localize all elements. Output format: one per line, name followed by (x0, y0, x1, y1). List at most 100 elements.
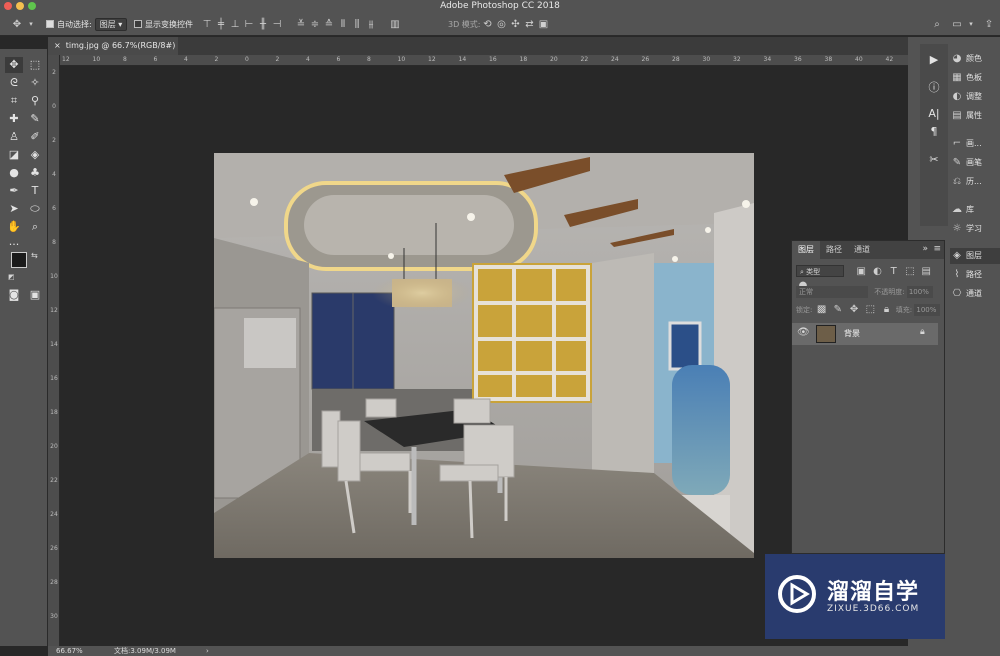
eyedropper-tool-icon[interactable]: ⚲ (26, 93, 44, 109)
filter-type-icon[interactable]: T (887, 265, 901, 279)
align-vcenter-icon[interactable]: ╪ (214, 19, 228, 30)
distribute-bottom-icon[interactable]: ≙ (322, 19, 336, 30)
status-menu-arrow-icon[interactable]: › (206, 646, 209, 656)
paint-bucket-tool-icon[interactable]: ◈ (26, 147, 44, 163)
path-selection-tool-icon[interactable]: ➤ (5, 201, 23, 217)
play-actions-icon[interactable]: ▶ (925, 52, 943, 68)
tool-presets-icon[interactable]: ✂ (925, 152, 943, 168)
align-top-icon[interactable]: ⊤ (200, 19, 214, 30)
quick-mask-icon[interactable]: ◙ (5, 287, 23, 303)
zoom-window-button[interactable] (28, 2, 36, 10)
zoom-level[interactable]: 66.67% (56, 646, 83, 656)
close-tab-icon[interactable]: × (54, 41, 61, 50)
distribute-top-icon[interactable]: ≚ (294, 19, 308, 30)
align-hcenter-icon[interactable]: ╫ (256, 19, 270, 30)
pan-3d-icon[interactable]: ✣ (509, 19, 523, 30)
share-button[interactable]: ⇪ (982, 13, 996, 35)
panel-paths[interactable]: ⌇ 路径 (950, 267, 1000, 283)
lasso-tool-icon[interactable]: ᘓ (5, 75, 23, 91)
panel-properties[interactable]: ▤ 属性 (950, 108, 1000, 124)
panel-layers[interactable]: ◈ 图层 (950, 248, 1000, 264)
distribute-vcenter-icon[interactable]: ≑ (308, 19, 322, 30)
lock-all-icon[interactable]: 🔒︎ (880, 303, 894, 317)
hand-tool-icon[interactable]: ✋ (5, 219, 23, 235)
slide-3d-icon[interactable]: ⇄ (523, 19, 537, 30)
panel-channels[interactable]: ⎔ 通道 (950, 286, 1000, 302)
brush-tool-icon[interactable]: ✎ (26, 111, 44, 127)
panel-brush-settings[interactable]: ⌐ 画... (950, 136, 1000, 152)
distribute-right-icon[interactable]: ⫵ (364, 19, 378, 30)
document-image[interactable] (214, 153, 754, 558)
panel-history[interactable]: ⎌ 历... (950, 174, 1000, 190)
default-colors-icon[interactable]: ◩ (8, 273, 15, 281)
history-brush-tool-icon[interactable]: ✐ (26, 129, 44, 145)
move-tool-icon[interactable]: ✥ (5, 57, 23, 73)
opacity-field[interactable]: 100% (906, 286, 933, 298)
panel-swatches[interactable]: ▦ 色板 (950, 70, 1000, 86)
magic-wand-tool-icon[interactable]: ✧ (26, 75, 44, 91)
foreground-color-swatch[interactable] (11, 252, 27, 268)
roll-3d-icon[interactable]: ◎ (495, 19, 509, 30)
distribute-left-icon[interactable]: ⫴ (336, 19, 350, 30)
auto-select-dropdown[interactable]: 图层 ▾ (94, 17, 128, 31)
tab-paths[interactable]: 路径 (820, 241, 848, 259)
document-tab[interactable]: ×timg.jpg @ 66.7%(RGB/8#) * (48, 37, 178, 68)
auto-align-icon[interactable]: ▥ (388, 19, 402, 30)
close-window-button[interactable] (4, 2, 12, 10)
panel-adjustments[interactable]: ◐ 调整 (950, 89, 1000, 105)
show-transform-checkbox[interactable]: 显示变换控件 (134, 13, 193, 35)
workspace-switcher[interactable]: ▭ ▾ (950, 13, 978, 35)
filter-pixel-icon[interactable]: ▣ (854, 265, 868, 279)
move-tool-preset-button[interactable]: ✥ ▾ (10, 13, 38, 35)
paragraph-icon[interactable]: ¶ (925, 124, 943, 140)
align-right-icon[interactable]: ⊣ (270, 19, 284, 30)
panel-menu-icon[interactable]: ≡ (933, 244, 941, 254)
vertical-ruler[interactable]: 2 0 2 4 6 8 10 12 14 16 18 20 22 24 26 28 30 (48, 55, 60, 646)
panel-color[interactable]: ◕ 颜色 (950, 51, 1000, 67)
more-tools-icon[interactable]: ··· (5, 237, 23, 253)
panel-libraries[interactable]: ☁ 库 (950, 202, 1000, 218)
layer-row-background[interactable]: 👁︎ 背景 🔒︎ (792, 323, 938, 345)
dodge-tool-icon[interactable]: ♣ (26, 165, 44, 181)
auto-select-checkbox[interactable]: 自动选择: 图层 ▾ (46, 13, 128, 35)
search-button[interactable]: ⌕ (930, 13, 944, 35)
lock-transparent-icon[interactable]: ▩ (815, 303, 829, 317)
blend-mode-dropdown[interactable]: 正常 (796, 286, 868, 298)
horizontal-ruler[interactable]: 12 10 8 6 4 2 0 2 4 6 8 10 12 14 16 18 20 22 24 26 28 30 32 34 3… (60, 55, 908, 66)
type-tool-icon[interactable]: T (26, 183, 44, 199)
show-transform-label: 显示变换控件 (145, 19, 193, 29)
marquee-tool-icon[interactable]: ⬚ (26, 57, 44, 73)
zoom-tool-icon[interactable]: ⌕ (26, 219, 44, 235)
visibility-eye-icon[interactable]: 👁︎ (797, 327, 810, 338)
panel-brushes[interactable]: ✎ 画笔 (950, 155, 1000, 171)
ellipse-tool-icon[interactable]: ⬭ (26, 201, 44, 217)
fill-field[interactable]: 100% (914, 304, 941, 316)
tab-channels[interactable]: 通道 (848, 241, 876, 259)
healing-brush-tool-icon[interactable]: ✚ (5, 111, 23, 127)
align-bottom-icon[interactable]: ⊥ (228, 19, 242, 30)
orbit-3d-icon[interactable]: ⟲ (481, 19, 495, 30)
swap-colors-icon[interactable]: ⇆ (31, 251, 38, 260)
crop-tool-icon[interactable]: ⌗ (5, 93, 23, 109)
layer-filter-dropdown[interactable]: ⌕ 类型 (796, 265, 844, 277)
clone-stamp-tool-icon[interactable]: ♙ (5, 129, 23, 145)
eraser-tool-icon[interactable]: ◪ (5, 147, 23, 163)
filter-adjustment-icon[interactable]: ◐ (870, 265, 884, 279)
lock-image-icon[interactable]: ✎ (831, 303, 845, 317)
scale-3d-icon[interactable]: ▣ (537, 19, 551, 30)
panel-learn[interactable]: ☼ 学习 (950, 221, 1000, 237)
collapse-panel-icon[interactable]: » (922, 244, 928, 254)
lock-artboard-icon[interactable]: ⬚ (863, 303, 877, 317)
distribute-hcenter-icon[interactable]: ⫼ (350, 19, 364, 30)
align-left-icon[interactable]: ⊢ (242, 19, 256, 30)
pen-tool-icon[interactable]: ✒ (5, 183, 23, 199)
blur-tool-icon[interactable]: ● (5, 165, 23, 181)
minimize-window-button[interactable] (16, 2, 24, 10)
filter-shape-icon[interactable]: ⬚ (903, 265, 917, 279)
tab-layers[interactable]: 图层 (792, 241, 820, 259)
info-icon[interactable]: ⓘ (925, 80, 943, 96)
screen-mode-icon[interactable]: ▣ (26, 287, 44, 303)
lock-position-icon[interactable]: ✥ (847, 303, 861, 317)
filter-smart-object-icon[interactable]: ▤ (919, 265, 933, 279)
character-icon[interactable]: A| (925, 106, 943, 122)
